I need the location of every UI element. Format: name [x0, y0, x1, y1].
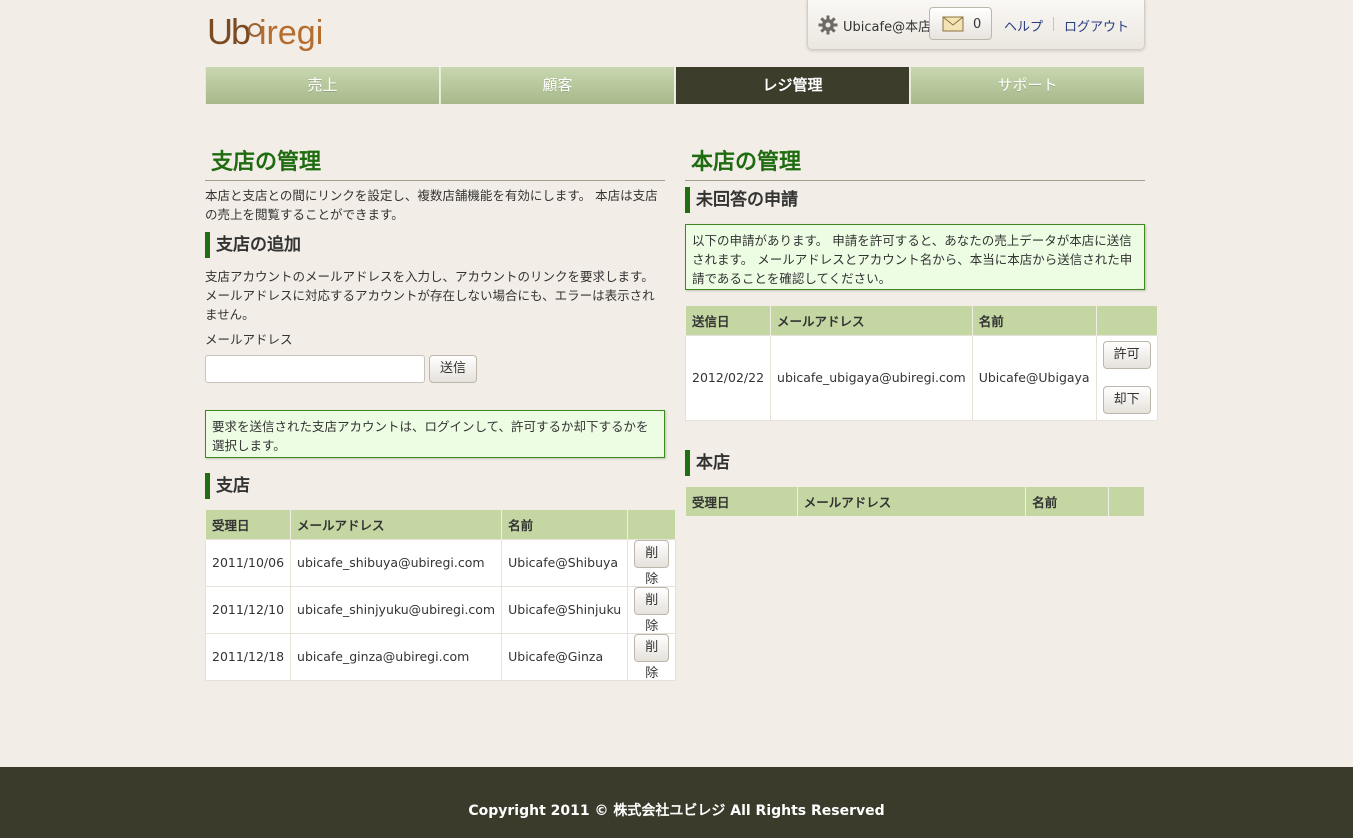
branch-name: Ubicafe@Ginza	[501, 632, 629, 681]
ubiregi-logo[interactable]: U b iregi	[205, 8, 355, 54]
branch-table: 受理日 メールアドレス 名前 2011/10/06 ubicafe_shibuy…	[204, 510, 677, 681]
pending-requests-title: 未回答の申請	[685, 187, 1145, 213]
table-header-row: 送信日 メールアドレス 名前	[684, 306, 1158, 335]
column-header	[1108, 487, 1145, 516]
action-cell: 削除	[627, 632, 677, 681]
column-header: 名前	[501, 510, 629, 539]
branch-description: 本店と支店との間にリンクを設定し、複数店舗機能を有効にします。 本店は支店の売上…	[205, 188, 658, 222]
divider	[1053, 17, 1054, 31]
gear-icon[interactable]	[818, 15, 838, 35]
svg-text:iregi: iregi	[259, 14, 323, 52]
head-office-title: 本店	[685, 450, 1145, 476]
table-row: 2011/12/10 ubicafe_shinjyuku@ubiregi.com…	[204, 585, 677, 634]
delete-button[interactable]: 削除	[634, 539, 670, 587]
footer: Copyright 2011 © 株式会社ユビレジ All Rights Res…	[0, 767, 1353, 838]
action-cell: 削除	[627, 585, 677, 634]
table-row: 2012/02/22 ubicafe_ubigaya@ubiregi.com U…	[684, 334, 1158, 421]
branch-notice: 要求を送信された支店アカウントは、ログインして、許可するか却下するかを選択します…	[205, 410, 665, 458]
tab-register-management[interactable]: レジ管理	[675, 67, 910, 104]
branch-email: ubicafe_ginza@ubiregi.com	[290, 632, 503, 681]
messages-button[interactable]: 0	[929, 7, 992, 40]
branch-name: Ubicafe@Shibuya	[501, 538, 629, 587]
table-header-row: 受理日 メールアドレス 名前	[204, 510, 677, 539]
column-header: メールアドレス	[796, 487, 1027, 516]
help-link[interactable]: ヘルプ	[1004, 16, 1043, 35]
delete-button[interactable]: 削除	[634, 633, 670, 681]
svg-text:b: b	[231, 11, 251, 52]
copyright-text: Copyright 2011 © 株式会社ユビレジ All Rights Res…	[468, 803, 885, 819]
column-header: 名前	[971, 306, 1097, 335]
account-name: Ubicafe@本店	[843, 20, 932, 35]
column-header: 受理日	[204, 510, 292, 539]
request-email: ubicafe_ubigaya@ubiregi.com	[770, 334, 973, 421]
action-cell: 削除	[627, 538, 677, 587]
pending-requests-table: 送信日 メールアドレス 名前 2012/02/22 ubicafe_ubigay…	[684, 306, 1158, 421]
sent-date: 2012/02/22	[684, 334, 772, 421]
main-nav: 売上 顧客 レジ管理 サポート	[205, 67, 1145, 104]
table-row: 2011/10/06 ubicafe_shibuya@ubiregi.com U…	[204, 538, 677, 587]
logout-link[interactable]: ログアウト	[1064, 16, 1129, 35]
account-bar: Ubicafe@本店 0 ヘルプ ログアウト	[807, 0, 1145, 50]
add-branch-title: 支店の追加	[205, 232, 665, 258]
table-row: 2011/12/18 ubicafe_ginza@ubiregi.com Ubi…	[204, 632, 677, 681]
column-header	[1095, 306, 1158, 335]
column-header: 名前	[1025, 487, 1110, 516]
add-branch-description: 支店アカウントのメールアドレスを入力し、アカウントのリンクを要求します。 メール…	[205, 269, 655, 322]
tab-sales[interactable]: 売上	[205, 67, 440, 104]
branch-list-title: 支店	[205, 473, 665, 499]
envelope-icon	[942, 16, 964, 32]
branch-email: ubicafe_shinjyuku@ubiregi.com	[290, 585, 503, 634]
request-name: Ubicafe@Ubigaya	[971, 334, 1097, 421]
pending-notice: 以下の申請があります。 申請を許可すると、あなたの売上データが本店に送信されます…	[685, 224, 1145, 290]
table-header-row: 受理日 メールアドレス 名前	[685, 487, 1145, 516]
head-office-table: 受理日 メールアドレス 名前	[685, 487, 1145, 516]
accepted-date: 2011/12/10	[204, 585, 292, 634]
branch-name: Ubicafe@Shinjuku	[501, 585, 629, 634]
message-count: 0	[973, 17, 982, 32]
accepted-date: 2011/12/18	[204, 632, 292, 681]
action-cell: 許可 却下	[1095, 334, 1158, 421]
branch-management-title: 支店の管理	[205, 144, 665, 181]
accepted-date: 2011/10/06	[204, 538, 292, 587]
branch-email: ubicafe_shibuya@ubiregi.com	[290, 538, 503, 587]
column-header: メールアドレス	[770, 306, 973, 335]
tab-customers[interactable]: 顧客	[440, 67, 675, 104]
svg-text:U: U	[207, 11, 234, 52]
head-office-management-title: 本店の管理	[685, 144, 1145, 181]
accept-button[interactable]: 許可	[1102, 341, 1151, 369]
email-label: メールアドレス	[205, 332, 293, 347]
column-header: 送信日	[684, 306, 772, 335]
tab-support[interactable]: サポート	[910, 67, 1145, 104]
column-header: 受理日	[685, 487, 798, 516]
send-button[interactable]: 送信	[429, 355, 477, 383]
reject-button[interactable]: 却下	[1102, 386, 1151, 414]
column-header	[627, 510, 677, 539]
email-input[interactable]	[205, 355, 425, 383]
column-header: メールアドレス	[290, 510, 503, 539]
